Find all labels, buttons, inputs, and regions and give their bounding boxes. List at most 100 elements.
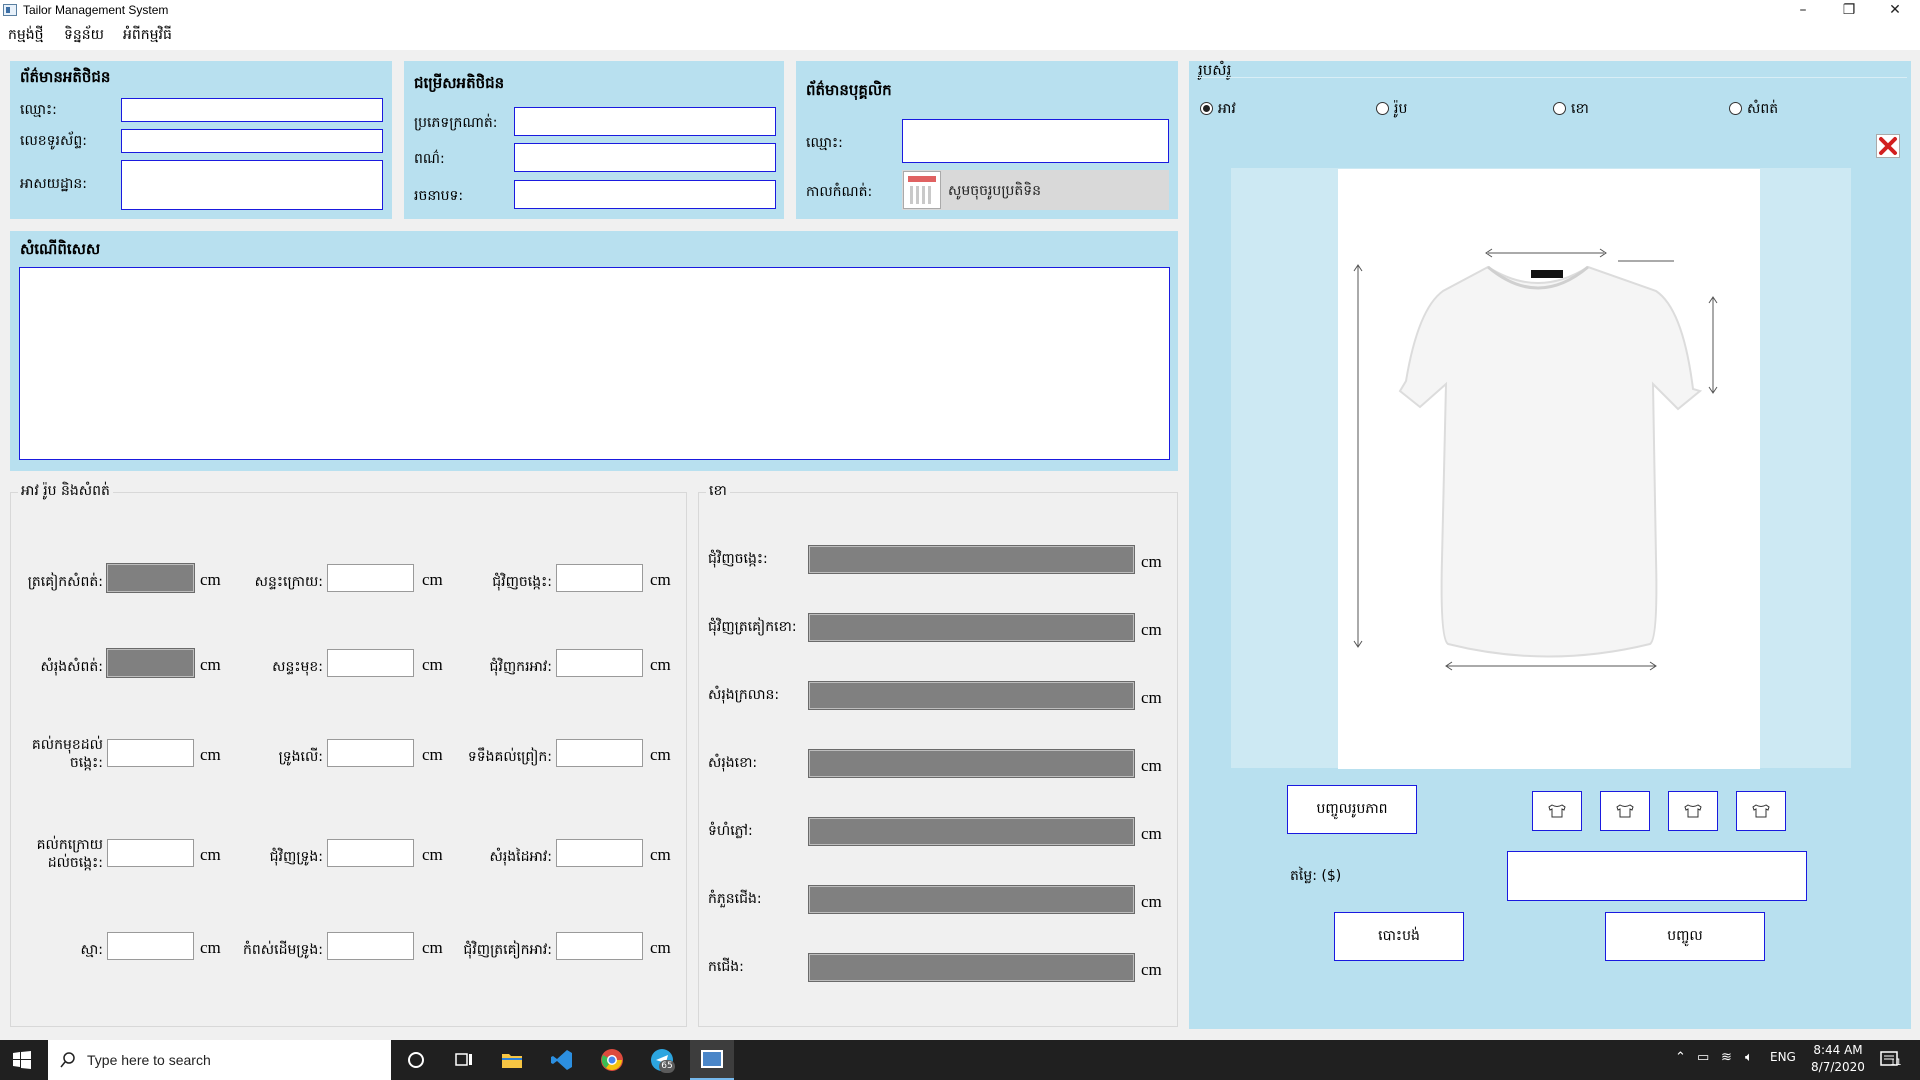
top-measurement-input[interactable] (327, 739, 414, 767)
top-field-label: ជុំវិញករអាវ: (489, 659, 552, 675)
cm-unit-label: cm (1141, 892, 1162, 911)
top-measurement-input[interactable] (107, 932, 194, 960)
taskbar-search-placeholder: Type here to search (87, 1052, 211, 1068)
staff-name-input[interactable] (902, 119, 1169, 163)
radio-pants[interactable] (1553, 102, 1566, 115)
shirt-thumb-button-3[interactable] (1668, 791, 1718, 831)
shirt-image (1338, 169, 1760, 769)
pants-measurement-input[interactable] (808, 613, 1135, 642)
top-field-label: សំរុងដៃអាវ: (489, 849, 552, 865)
shirt-thumb-button-1[interactable] (1532, 791, 1582, 831)
special-request-textarea[interactable] (19, 267, 1170, 460)
clock-date[interactable]: 8/7/2020 (1806, 1060, 1870, 1074)
menu-data[interactable]: ទិន្នន័យ (64, 25, 104, 46)
top-field-label: សន្ទះក្រោយ: (254, 574, 323, 590)
radio-skirt[interactable] (1729, 102, 1742, 115)
file-explorer-icon[interactable] (500, 1048, 524, 1072)
shirt-thumb-button-4[interactable] (1736, 791, 1786, 831)
top-field-label: គល់កមុខដល់ចង្កេះ: (31, 737, 103, 771)
insert-image-button[interactable]: បញ្ចូលរូបភាព (1287, 785, 1417, 834)
top-measurement-input[interactable] (556, 739, 643, 767)
cm-unit-label: cm (1141, 552, 1162, 571)
clock-time[interactable]: 8:44 AM (1810, 1043, 1866, 1057)
cm-unit-label: cm (422, 745, 443, 764)
top-measurement-input[interactable] (556, 932, 643, 960)
cm-unit-label: cm (650, 655, 671, 674)
panel-divider (1197, 77, 1907, 78)
cm-unit-label: cm (1141, 824, 1162, 843)
save-button[interactable]: បញ្ចូល (1605, 912, 1765, 961)
customer-phone-label: លេខទូរស័ព្ទ: (20, 133, 87, 149)
telegram-badge: 65 (659, 1060, 675, 1073)
top-measurement-input[interactable] (327, 649, 414, 677)
cm-unit-label: cm (650, 845, 671, 864)
top-measurement-input[interactable] (107, 839, 194, 867)
pants-measurement-input[interactable] (808, 749, 1135, 778)
menu-bar (0, 22, 1920, 50)
tray-overflow-icon[interactable]: ⌃ (1675, 1050, 1686, 1065)
color-input[interactable] (514, 143, 776, 172)
customer-address-input[interactable] (121, 160, 383, 210)
customer-name-label: ឈ្មោះ: (20, 102, 57, 118)
cm-unit-label: cm (650, 938, 671, 957)
windows-start-icon[interactable] (13, 1051, 31, 1069)
close-button[interactable]: ✕ (1872, 0, 1918, 22)
clear-image-icon[interactable] (1876, 134, 1900, 158)
pants-measurement-input[interactable] (808, 545, 1135, 574)
wifi-icon[interactable]: ≋ (1721, 1050, 1732, 1065)
top-measurement-input[interactable] (556, 564, 643, 592)
tailor-app-taskbar-button[interactable] (690, 1040, 734, 1080)
window-title: Tailor Management System (23, 3, 169, 17)
top-measurement-input[interactable] (556, 839, 643, 867)
top-measurement-input[interactable] (327, 839, 414, 867)
top-measurement-input[interactable] (106, 563, 195, 593)
radio-dress[interactable] (1376, 102, 1389, 115)
pants-measurements-title: ខោ (706, 481, 730, 502)
maximize-button[interactable]: ❐ (1826, 0, 1872, 22)
shirt-thumb-button-2[interactable] (1600, 791, 1650, 831)
pants-measurement-input[interactable] (808, 953, 1135, 982)
menu-about[interactable]: អំពីកម្មវិធី (123, 25, 172, 46)
task-view-icon[interactable] (452, 1048, 476, 1072)
top-field-label: កំពស់ដើមទ្រូង: (243, 942, 323, 958)
calendar-icon[interactable] (903, 171, 941, 209)
minimize-button[interactable]: – (1780, 0, 1826, 22)
top-field-label: ស្មា: (80, 942, 104, 958)
notification-count: 11 (1890, 1058, 1902, 1068)
due-date-label: កាលកំណត់: (806, 184, 873, 200)
customer-phone-input[interactable] (121, 129, 383, 153)
top-measurement-input[interactable] (327, 932, 414, 960)
cancel-button[interactable]: បោះបង់ (1334, 912, 1464, 961)
pants-field-label: កជើង: (708, 959, 744, 975)
language-indicator[interactable]: ENG (1770, 1050, 1796, 1064)
pants-measurement-input[interactable] (808, 681, 1135, 710)
top-measurement-input[interactable] (327, 564, 414, 592)
volume-icon[interactable]: 🔈︎ (1745, 1050, 1753, 1065)
top-measurement-input[interactable] (106, 648, 195, 678)
top-measurement-input[interactable] (107, 739, 194, 767)
radio-dress-label: រ៉ូប (1394, 101, 1408, 117)
staff-name-label: ឈ្មោះ: (806, 135, 843, 151)
fabric-type-input[interactable] (514, 107, 776, 136)
pants-measurement-input[interactable] (808, 885, 1135, 914)
customer-info-title: ព័ត៌មានអតិថិជន (20, 68, 111, 86)
vscode-icon[interactable] (550, 1048, 574, 1072)
radio-shirt[interactable] (1200, 102, 1213, 115)
cortana-icon[interactable] (404, 1048, 428, 1072)
menu-new-order[interactable]: កម្មង់ថ្មី (8, 25, 44, 46)
pants-measurement-input[interactable] (808, 817, 1135, 846)
customer-name-input[interactable] (121, 98, 383, 122)
top-field-label: ត្រគៀកសំពត់: (27, 574, 103, 590)
special-request-title: សំណើពិសេស (20, 240, 101, 258)
style-input[interactable] (514, 180, 776, 209)
cm-unit-label: cm (650, 570, 671, 589)
top-field-label: សំរុងសំពត់: (40, 659, 103, 675)
chrome-icon[interactable] (600, 1048, 624, 1072)
radio-pants-label: ខោ (1571, 101, 1589, 117)
app-icon (3, 4, 17, 16)
pants-field-label: ទំហំភ្លៅ: (708, 823, 753, 839)
customer-choice-title: ជម្រើសអតិថិជន (414, 74, 505, 92)
battery-icon[interactable]: ▭ (1697, 1050, 1709, 1065)
top-measurement-input[interactable] (556, 649, 643, 677)
price-input[interactable] (1507, 851, 1807, 901)
